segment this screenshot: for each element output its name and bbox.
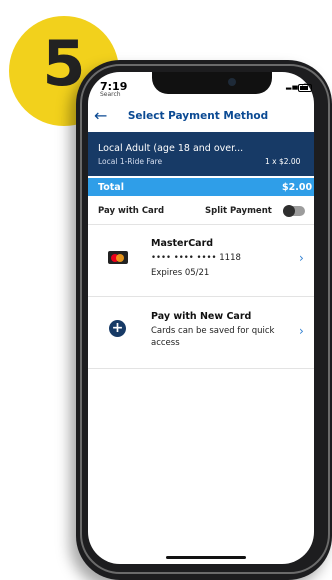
battery-icon (298, 84, 312, 92)
split-payment-label: Split Payment (205, 206, 272, 216)
total-label: Total (98, 182, 124, 193)
home-indicator[interactable] (166, 556, 246, 559)
mastercard-icon-orange (116, 254, 124, 262)
split-payment-toggle-knob[interactable] (283, 205, 295, 217)
fare-summary-panel (88, 132, 314, 176)
total-amount: $2.00 (282, 182, 313, 193)
back-arrow-icon[interactable]: ← (94, 106, 107, 125)
phone-notch (152, 72, 272, 94)
fare-type: Local 1-Ride Fare (98, 157, 163, 166)
new-card-description: Cards can be saved for quick access (151, 326, 275, 348)
card-brand: MasterCard (151, 238, 214, 249)
camera-icon (228, 78, 236, 86)
fare-name: Local Adult (age 18 and over... (98, 143, 244, 154)
chevron-right-icon[interactable]: › (299, 324, 304, 338)
status-back-app[interactable]: Search (100, 91, 121, 98)
chevron-right-icon[interactable]: › (299, 251, 304, 265)
card-number: •••• •••• •••• 1118 (151, 253, 241, 263)
fare-quantity-price: 1 x $2.00 (265, 157, 301, 166)
page-title: Select Payment Method (127, 110, 269, 122)
pay-with-card-label: Pay with Card (98, 206, 165, 216)
plus-circle-icon[interactable]: + (109, 320, 126, 337)
new-card-title: Pay with New Card (151, 311, 252, 322)
card-expiry: Expires 05/21 (151, 268, 210, 278)
